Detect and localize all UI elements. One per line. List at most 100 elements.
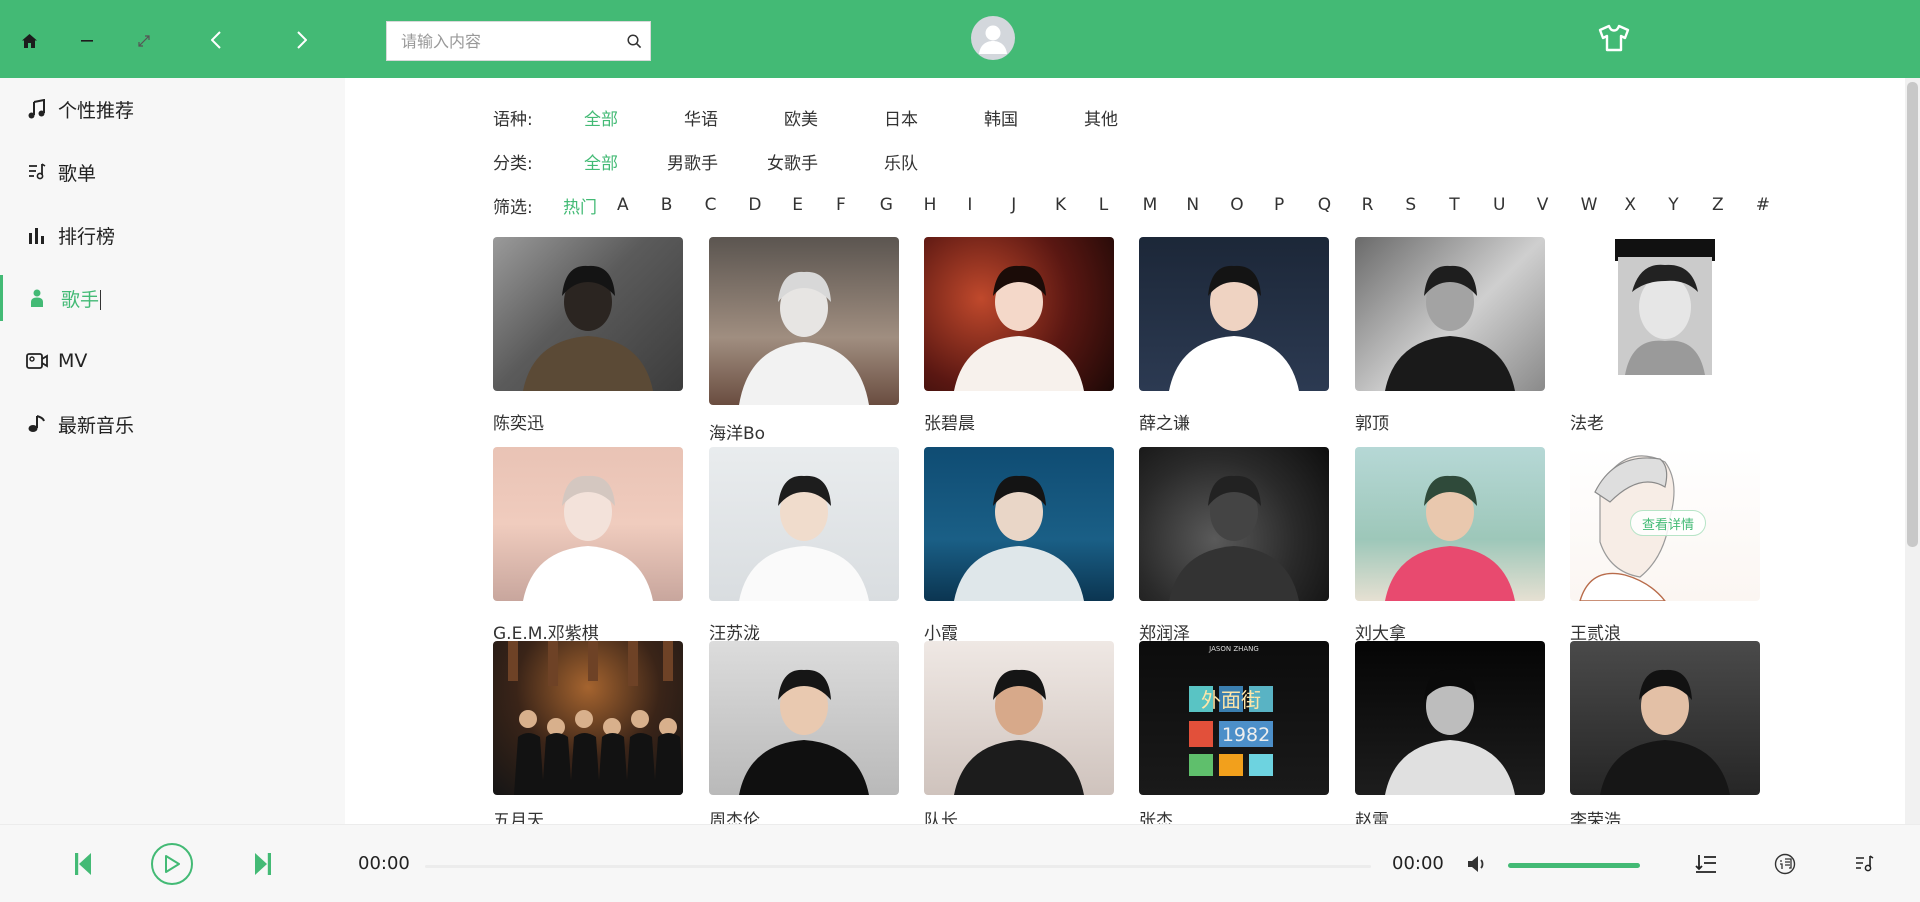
play-button[interactable]: [151, 843, 193, 885]
filter-option[interactable]: L: [1099, 195, 1108, 215]
fullscreen-button[interactable]: [133, 30, 155, 52]
artist-card[interactable]: 陈奕迅: [493, 237, 683, 434]
next-track-button[interactable]: [252, 851, 274, 877]
filter-option[interactable]: 女歌手: [767, 149, 818, 174]
artist-card[interactable]: 海洋Bo: [709, 237, 899, 444]
filter-option[interactable]: 其他: [1084, 105, 1118, 130]
filter-option[interactable]: B: [661, 195, 673, 215]
previous-track-button[interactable]: [72, 851, 94, 877]
artist-photo[interactable]: [1355, 237, 1545, 391]
sidebar-item-playlist[interactable]: 歌单: [0, 141, 345, 203]
filter-option[interactable]: Z: [1712, 195, 1724, 215]
artist-photo[interactable]: [709, 447, 899, 601]
artist-card[interactable]: JASON ZHANG 外面街 1982 张杰: [1139, 641, 1329, 831]
view-details-button[interactable]: 查看详情: [1630, 510, 1706, 536]
sidebar-item-artists[interactable]: 歌手: [0, 267, 345, 329]
artist-card[interactable]: G.E.M.邓紫棋: [493, 447, 683, 644]
artist-photo[interactable]: [924, 237, 1114, 391]
artist-card[interactable]: 郑润泽: [1139, 447, 1329, 644]
artist-photo[interactable]: [924, 447, 1114, 601]
forward-button[interactable]: [291, 27, 313, 53]
artist-name[interactable]: 张碧晨: [924, 409, 975, 434]
artist-photo[interactable]: [709, 237, 899, 405]
artist-name[interactable]: 薛之谦: [1139, 409, 1190, 434]
filter-option[interactable]: 全部: [584, 149, 618, 174]
volume-button[interactable]: [1466, 853, 1488, 875]
filter-option[interactable]: U: [1493, 195, 1505, 215]
filter-option[interactable]: #: [1756, 195, 1770, 215]
artist-photo[interactable]: [493, 237, 683, 391]
playlist-queue-button[interactable]: [1693, 851, 1719, 877]
artist-name[interactable]: 海洋Bo: [709, 419, 765, 444]
filter-option[interactable]: 韩国: [984, 105, 1018, 130]
artist-photo[interactable]: [493, 447, 683, 601]
artist-card[interactable]: 五月天: [493, 641, 683, 831]
artist-photo[interactable]: [709, 641, 899, 795]
filter-option[interactable]: K: [1055, 195, 1066, 215]
filter-option[interactable]: D: [748, 195, 761, 215]
filter-option[interactable]: X: [1624, 195, 1636, 215]
filter-option[interactable]: 华语: [684, 105, 718, 130]
filter-option[interactable]: F: [836, 195, 846, 215]
artist-name[interactable]: 法老: [1570, 409, 1604, 434]
filter-option[interactable]: T: [1449, 195, 1459, 215]
filter-option[interactable]: Q: [1318, 195, 1331, 215]
artist-card[interactable]: 队长: [924, 641, 1114, 831]
filter-option[interactable]: R: [1362, 195, 1374, 215]
theme-button[interactable]: [1596, 20, 1632, 56]
home-button[interactable]: [18, 30, 40, 52]
filter-option[interactable]: O: [1230, 195, 1243, 215]
filter-option[interactable]: 男歌手: [667, 149, 718, 174]
artist-photo[interactable]: [924, 641, 1114, 795]
artist-card[interactable]: 张碧晨: [924, 237, 1114, 434]
filter-option[interactable]: G: [880, 195, 893, 215]
artist-card[interactable]: 汪苏泷: [709, 447, 899, 644]
sidebar-item-charts[interactable]: 排行榜: [0, 204, 345, 266]
search-input[interactable]: [387, 22, 618, 60]
artist-photo[interactable]: [1355, 641, 1545, 795]
artist-card[interactable]: 赵雷: [1355, 641, 1545, 831]
filter-option[interactable]: 全部: [584, 105, 618, 130]
filter-option[interactable]: I: [967, 195, 972, 215]
filter-option[interactable]: P: [1274, 195, 1284, 215]
filter-option[interactable]: H: [924, 195, 937, 215]
filter-option[interactable]: J: [1011, 195, 1016, 215]
filter-option[interactable]: A: [617, 195, 629, 215]
artist-card[interactable]: 郭顶: [1355, 237, 1545, 434]
user-avatar[interactable]: [971, 16, 1015, 60]
filter-option[interactable]: E: [792, 195, 803, 215]
filter-option[interactable]: 乐队: [884, 149, 918, 174]
artist-photo[interactable]: [493, 641, 683, 795]
scrollbar-thumb[interactable]: [1907, 82, 1918, 547]
artist-photo[interactable]: [1139, 447, 1329, 601]
filter-option[interactable]: V: [1537, 195, 1549, 215]
artist-photo[interactable]: JASON ZHANG 外面街 1982: [1139, 641, 1329, 795]
search-button[interactable]: [618, 22, 650, 60]
artist-name[interactable]: 陈奕迅: [493, 409, 544, 434]
artist-name[interactable]: 郭顶: [1355, 409, 1389, 434]
scrollbar[interactable]: [1905, 78, 1920, 824]
artist-card[interactable]: 小霞: [924, 447, 1114, 644]
minimize-button[interactable]: [76, 30, 98, 52]
sidebar-item-recommend[interactable]: 个性推荐: [0, 78, 345, 140]
music-list-button[interactable]: [1852, 851, 1878, 877]
volume-slider[interactable]: [1508, 863, 1640, 868]
filter-option[interactable]: 热门: [563, 193, 597, 218]
artist-card[interactable]: 刘大拿: [1355, 447, 1545, 644]
filter-option[interactable]: N: [1186, 195, 1199, 215]
filter-option[interactable]: Y: [1668, 195, 1678, 215]
artist-card[interactable]: 薛之谦: [1139, 237, 1329, 434]
artist-card[interactable]: 王贰浪 查看详情: [1570, 447, 1760, 644]
filter-option[interactable]: M: [1143, 195, 1158, 215]
lyrics-button[interactable]: [1772, 851, 1798, 877]
filter-option[interactable]: W: [1581, 195, 1598, 215]
artist-card[interactable]: 周杰伦: [709, 641, 899, 831]
filter-option[interactable]: 欧美: [784, 105, 818, 130]
artist-photo[interactable]: [1139, 237, 1329, 391]
sidebar-item-new-music[interactable]: 最新音乐: [0, 393, 345, 455]
artist-photo[interactable]: [1355, 447, 1545, 601]
filter-option[interactable]: 日本: [884, 105, 918, 130]
back-button[interactable]: [205, 27, 227, 53]
artist-card[interactable]: 李荣浩: [1570, 641, 1760, 831]
artist-photo[interactable]: [1570, 641, 1760, 795]
